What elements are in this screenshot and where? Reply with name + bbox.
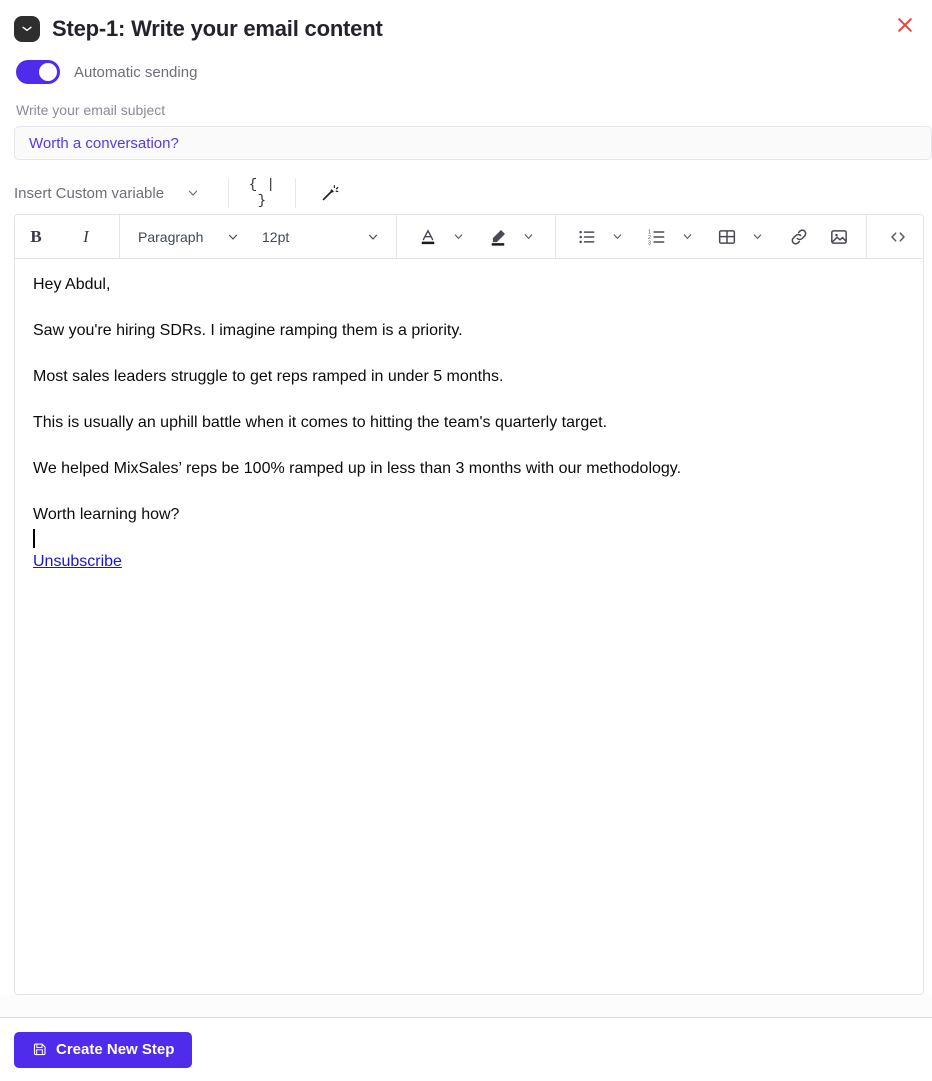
toggle-knob <box>39 63 57 81</box>
divider <box>555 215 556 259</box>
rich-text-editor: B I Paragraph 12pt 1 2 3 Hey Abdul, Saw … <box>14 214 924 995</box>
divider <box>866 215 867 259</box>
table-chevron-icon[interactable] <box>742 222 772 252</box>
email-paragraph: This is usually an uphill battle when it… <box>33 414 608 431</box>
magic-wand-icon[interactable] <box>314 178 344 208</box>
create-new-step-label: Create New Step <box>56 1041 175 1058</box>
email-paragraph: Hey Abdul, <box>33 276 111 293</box>
divider <box>396 215 397 259</box>
subject-label: Write your email subject <box>16 102 166 118</box>
link-icon[interactable] <box>784 222 814 252</box>
email-paragraph: Most sales leaders struggle to get reps … <box>33 368 504 385</box>
dialog-header: Step-1: Write your email content <box>0 0 932 48</box>
svg-text:3: 3 <box>648 240 651 246</box>
numbered-list-icon[interactable]: 1 2 3 <box>642 222 672 252</box>
subject-block: Write your email subject <box>0 84 932 160</box>
bullet-list-icon[interactable] <box>572 222 602 252</box>
dialog-footer: Create New Step <box>0 1017 932 1081</box>
font-size-value: 12pt <box>262 228 290 245</box>
divider <box>295 178 297 208</box>
chevron-down-icon <box>226 230 240 244</box>
insert-custom-variable-label: Insert Custom variable <box>14 184 165 202</box>
editor-toolbar: B I Paragraph 12pt 1 2 3 <box>15 215 923 259</box>
font-color-icon[interactable] <box>413 222 443 252</box>
footer-spacer <box>0 995 932 1017</box>
text-cursor <box>33 527 905 549</box>
automatic-sending-row: Automatic sending <box>0 48 932 84</box>
email-step-editor-dialog: Step-1: Write your email content Automat… <box>0 0 932 1081</box>
chevron-down-icon <box>186 186 200 200</box>
automatic-sending-toggle[interactable] <box>16 60 60 84</box>
chevron-down-icon <box>366 230 380 244</box>
divider <box>228 178 230 208</box>
save-icon <box>32 1042 47 1057</box>
unsubscribe-link[interactable]: Unsubscribe <box>33 553 122 571</box>
subject-input[interactable] <box>14 126 932 160</box>
block-format-value: Paragraph <box>138 228 204 245</box>
table-icon[interactable] <box>712 222 742 252</box>
email-body-content[interactable]: Hey Abdul, Saw you're hiring SDRs. I ima… <box>15 259 923 994</box>
close-icon[interactable] <box>892 12 918 38</box>
code-icon[interactable] <box>883 222 913 252</box>
page-title: Step-1: Write your email content <box>52 16 383 41</box>
numbered-list-chevron-icon[interactable] <box>672 222 702 252</box>
bold-button[interactable]: B <box>21 222 51 252</box>
block-format-dropdown[interactable]: Paragraph <box>134 222 244 252</box>
font-color-chevron-icon[interactable] <box>443 222 473 252</box>
font-size-dropdown[interactable]: 12pt <box>258 222 384 252</box>
email-paragraph: Saw you're hiring SDRs. I imagine rampin… <box>33 322 463 339</box>
toolbar-group-style: B I <box>21 215 101 258</box>
create-new-step-button[interactable]: Create New Step <box>14 1031 193 1068</box>
curly-variable-icon[interactable]: { | } <box>247 177 277 209</box>
insert-custom-variable-dropdown[interactable]: Insert Custom variable <box>14 185 210 202</box>
highlight-color-icon[interactable] <box>483 222 513 252</box>
variable-toolbar: Insert Custom variable { | } <box>0 172 932 214</box>
envelope-icon <box>14 16 40 42</box>
italic-button[interactable]: I <box>71 222 101 252</box>
image-icon[interactable] <box>824 222 854 252</box>
email-paragraph: We helped MixSales’ reps be 100% ramped … <box>33 460 682 477</box>
highlight-color-chevron-icon[interactable] <box>513 222 543 252</box>
automatic-sending-label: Automatic sending <box>74 63 198 81</box>
bullet-list-chevron-icon[interactable] <box>602 222 632 252</box>
divider <box>119 215 120 259</box>
email-paragraph: Worth learning how? <box>33 506 180 523</box>
